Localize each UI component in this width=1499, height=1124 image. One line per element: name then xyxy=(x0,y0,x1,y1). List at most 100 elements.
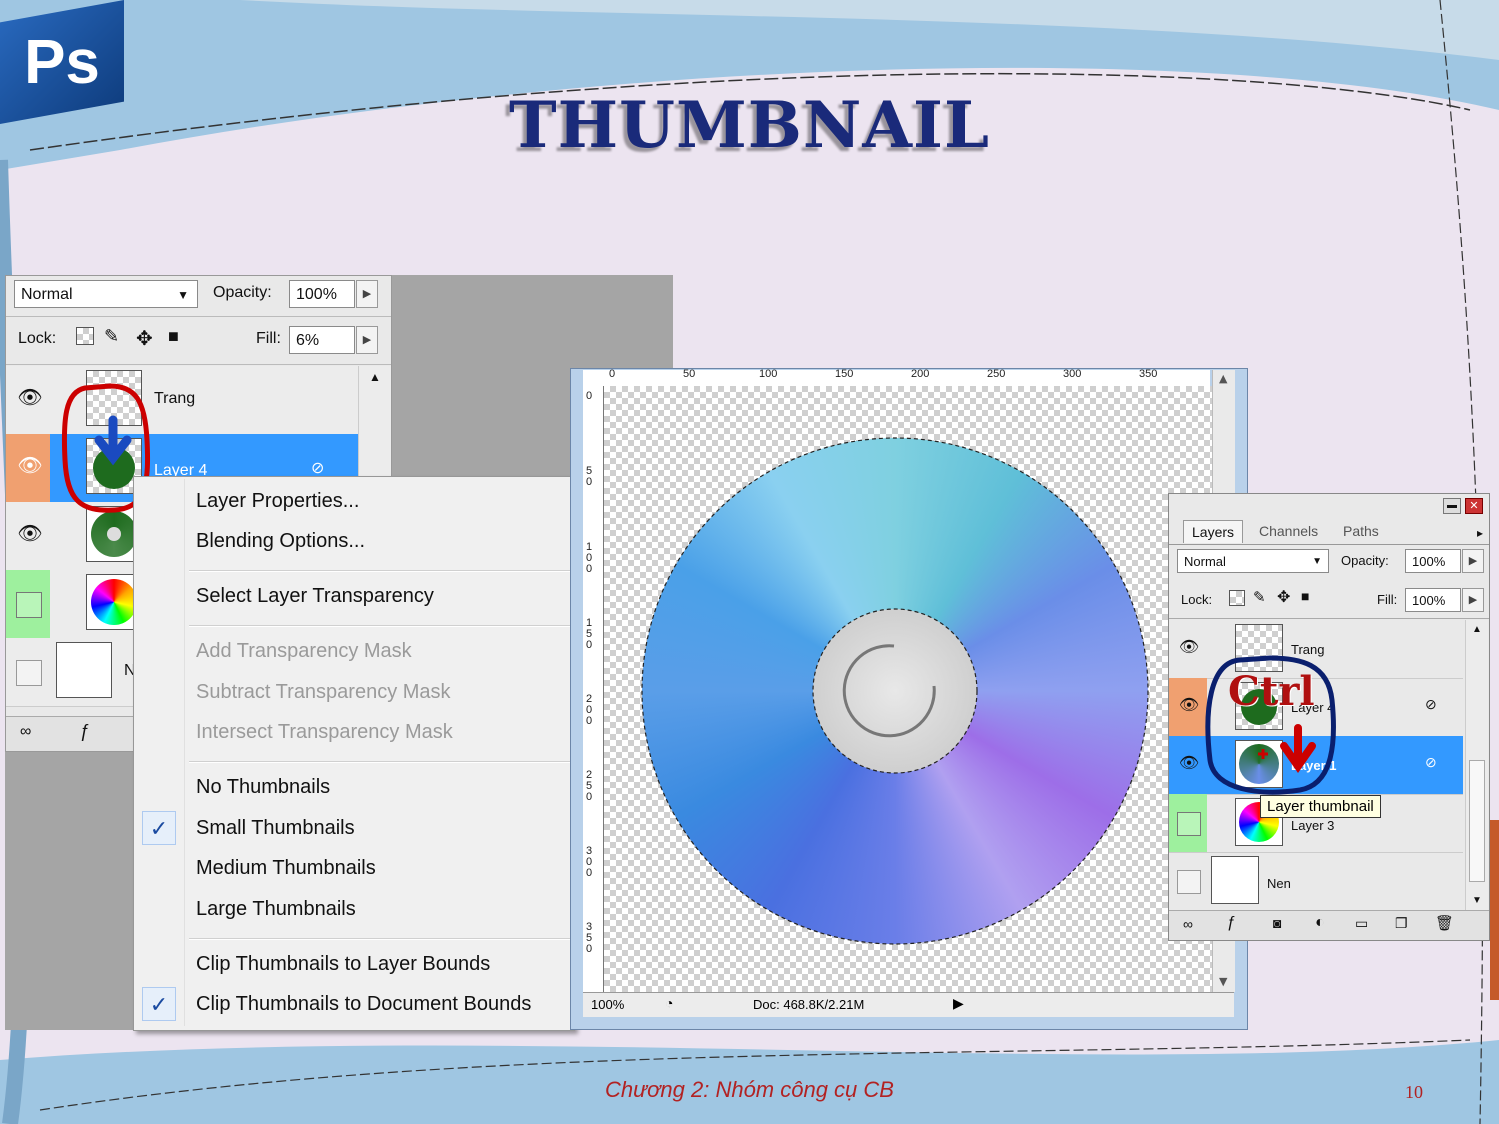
fill-field[interactable]: 100% xyxy=(1405,588,1461,612)
chevron-down-icon: ▼ xyxy=(1312,556,1322,567)
minimize-icon[interactable]: ▬ xyxy=(1443,498,1461,514)
scroll-up-icon[interactable]: ▲ xyxy=(1472,624,1482,635)
lock-transparency-icon[interactable] xyxy=(76,327,94,345)
layer-thumbnail[interactable] xyxy=(1211,856,1259,904)
eye-icon[interactable]: 👁 xyxy=(16,452,44,480)
layer-mask-icon[interactable]: ◙ xyxy=(1273,915,1281,931)
brush-lock-icon[interactable]: ✎ xyxy=(1253,588,1266,606)
fill-arrow-button[interactable]: ▶ xyxy=(1462,588,1484,612)
opacity-field[interactable]: 100% xyxy=(289,280,355,308)
slide-footer: Chương 2: Nhóm công cụ CB xyxy=(605,1077,894,1102)
cd-disc-image xyxy=(641,437,1149,945)
folder-icon[interactable]: ▭ xyxy=(1355,915,1368,932)
layers-footer-toolbar: ∞ ƒ ◙ ◐ ▭ ❐ 🗑 xyxy=(1169,910,1489,940)
layer-effects-icon[interactable]: ⊘ xyxy=(1425,754,1437,771)
menu-item-clip-thumbnails-layer-bounds[interactable]: Clip Thumbnails to Layer Bounds xyxy=(196,946,490,982)
menu-item-layer-properties[interactable]: Layer Properties... xyxy=(196,483,359,519)
link-layers-icon[interactable]: ∞ xyxy=(20,723,31,741)
divider xyxy=(6,316,391,317)
ruler-label: 0 xyxy=(586,390,593,402)
layer-style-icon[interactable]: ƒ xyxy=(80,721,90,742)
move-lock-icon[interactable]: ✥ xyxy=(1277,587,1290,607)
close-icon[interactable]: ✕ xyxy=(1465,498,1483,514)
lock-transparency-icon[interactable] xyxy=(1229,590,1245,606)
lock-label: Lock: xyxy=(1181,592,1213,607)
menu-item-select-layer-transparency[interactable]: Select Layer Transparency xyxy=(196,578,434,614)
visibility-box[interactable] xyxy=(1177,870,1201,894)
status-arrow-icon[interactable]: ▶ xyxy=(953,995,964,1012)
layer-style-icon[interactable]: ƒ xyxy=(1227,914,1236,932)
menu-separator xyxy=(189,570,571,572)
menu-separator xyxy=(189,938,571,940)
ruler-label: 300 xyxy=(586,845,593,879)
visibility-box[interactable] xyxy=(1177,812,1201,836)
layer-effects-icon[interactable]: ⊘ xyxy=(1425,696,1437,713)
menu-item-small-thumbnails[interactable]: Small Thumbnails xyxy=(196,810,355,846)
adjustment-layer-icon[interactable]: ◐ xyxy=(1315,914,1325,932)
blend-mode-value: Normal xyxy=(21,286,73,303)
scroll-thumb[interactable] xyxy=(1469,760,1485,882)
link-layers-icon[interactable]: ∞ xyxy=(1183,916,1193,932)
tab-layers[interactable]: Layers xyxy=(1183,520,1244,543)
menu-item-no-thumbnails[interactable]: No Thumbnails xyxy=(196,769,330,805)
blend-mode-value: Normal xyxy=(1184,554,1226,569)
panel-menu-icon[interactable]: ▸ xyxy=(1477,526,1483,540)
tab-channels[interactable]: Channels xyxy=(1251,520,1326,542)
brush-lock-icon[interactable]: ✎ xyxy=(104,326,119,347)
lock-all-icon[interactable]: ■ xyxy=(168,326,179,347)
opacity-arrow-button[interactable]: ▶ xyxy=(1462,549,1484,573)
chevron-down-icon: ▼ xyxy=(177,288,189,302)
horizontal-ruler: 0 50 100 150 200 250 300 350 xyxy=(583,368,1210,387)
zoom-level[interactable]: 100% xyxy=(591,997,624,1012)
layers-scrollbar[interactable]: ▲ ▼ xyxy=(1465,620,1488,910)
eye-icon[interactable]: 👁 xyxy=(16,384,44,412)
trash-icon[interactable]: 🗑 xyxy=(1435,914,1454,932)
vertical-ruler: 0 50 100 150 200 250 300 350 xyxy=(583,386,604,992)
opacity-field[interactable]: 100% xyxy=(1405,549,1461,573)
fill-arrow-button[interactable]: ▶ xyxy=(356,326,378,354)
menu-item-medium-thumbnails[interactable]: Medium Thumbnails xyxy=(196,850,376,886)
fill-field[interactable]: 6% xyxy=(289,326,355,354)
ruler-label: 300 xyxy=(1063,368,1082,380)
visibility-box[interactable] xyxy=(16,592,42,618)
eye-icon[interactable]: 👁 xyxy=(1177,752,1201,776)
menu-separator xyxy=(189,761,571,763)
ruler-label: 100 xyxy=(586,541,593,575)
scroll-up-icon[interactable]: ▲ xyxy=(1219,372,1227,385)
layer-thumbnail-tooltip: Layer thumbnail xyxy=(1260,795,1381,818)
move-lock-icon[interactable]: ✥ xyxy=(136,326,153,351)
scroll-up-icon[interactable]: ▲ xyxy=(369,370,381,384)
fill-label: Fill: xyxy=(1377,592,1398,607)
page-number: 10 xyxy=(1405,1082,1423,1102)
ruler-label: 0 xyxy=(609,368,616,380)
new-layer-icon[interactable]: ❐ xyxy=(1395,915,1408,932)
checkmark-icon: ✓ xyxy=(142,811,176,845)
layer-name: Layer 3 xyxy=(1291,818,1335,833)
status-menu-icon[interactable]: ◔ xyxy=(665,995,673,1011)
document-canvas[interactable] xyxy=(604,386,1212,992)
ruler-label: 350 xyxy=(586,921,593,955)
menu-item-clip-thumbnails-document-bounds[interactable]: Clip Thumbnails to Document Bounds xyxy=(196,986,531,1022)
blend-mode-select[interactable]: Normal ▼ xyxy=(14,280,198,308)
lock-all-icon[interactable]: ■ xyxy=(1301,588,1309,604)
scroll-down-icon[interactable]: ▼ xyxy=(1472,895,1482,906)
opacity-arrow-button[interactable]: ▶ xyxy=(356,280,378,308)
eye-icon[interactable]: 👁 xyxy=(1177,636,1201,660)
scroll-down-icon[interactable]: ▼ xyxy=(1219,975,1227,988)
eye-icon[interactable]: 👁 xyxy=(1177,694,1201,718)
menu-item-subtract-transparency-mask: Subtract Transparency Mask xyxy=(196,681,451,703)
layer-thumbnail-context-menu: Layer Properties... Blending Options... … xyxy=(133,476,575,1031)
layer-row-nen[interactable]: Nen xyxy=(1169,852,1463,911)
blend-mode-select[interactable]: Normal ▼ xyxy=(1177,549,1329,573)
layer-thumbnail[interactable] xyxy=(56,642,112,698)
layer-effects-icon[interactable]: ⊘ xyxy=(311,458,324,478)
menu-item-large-thumbnails[interactable]: Large Thumbnails xyxy=(196,891,356,927)
menu-gutter xyxy=(184,479,185,1026)
tab-paths[interactable]: Paths xyxy=(1335,520,1387,542)
menu-item-blending-options[interactable]: Blending Options... xyxy=(196,523,365,559)
ruler-label: 150 xyxy=(835,368,854,380)
ctrl-annotation-text: Ctrl xyxy=(1228,668,1315,715)
eye-icon[interactable]: 👁 xyxy=(16,520,44,548)
visibility-box[interactable] xyxy=(16,660,42,686)
ruler-label: 100 xyxy=(759,368,778,380)
